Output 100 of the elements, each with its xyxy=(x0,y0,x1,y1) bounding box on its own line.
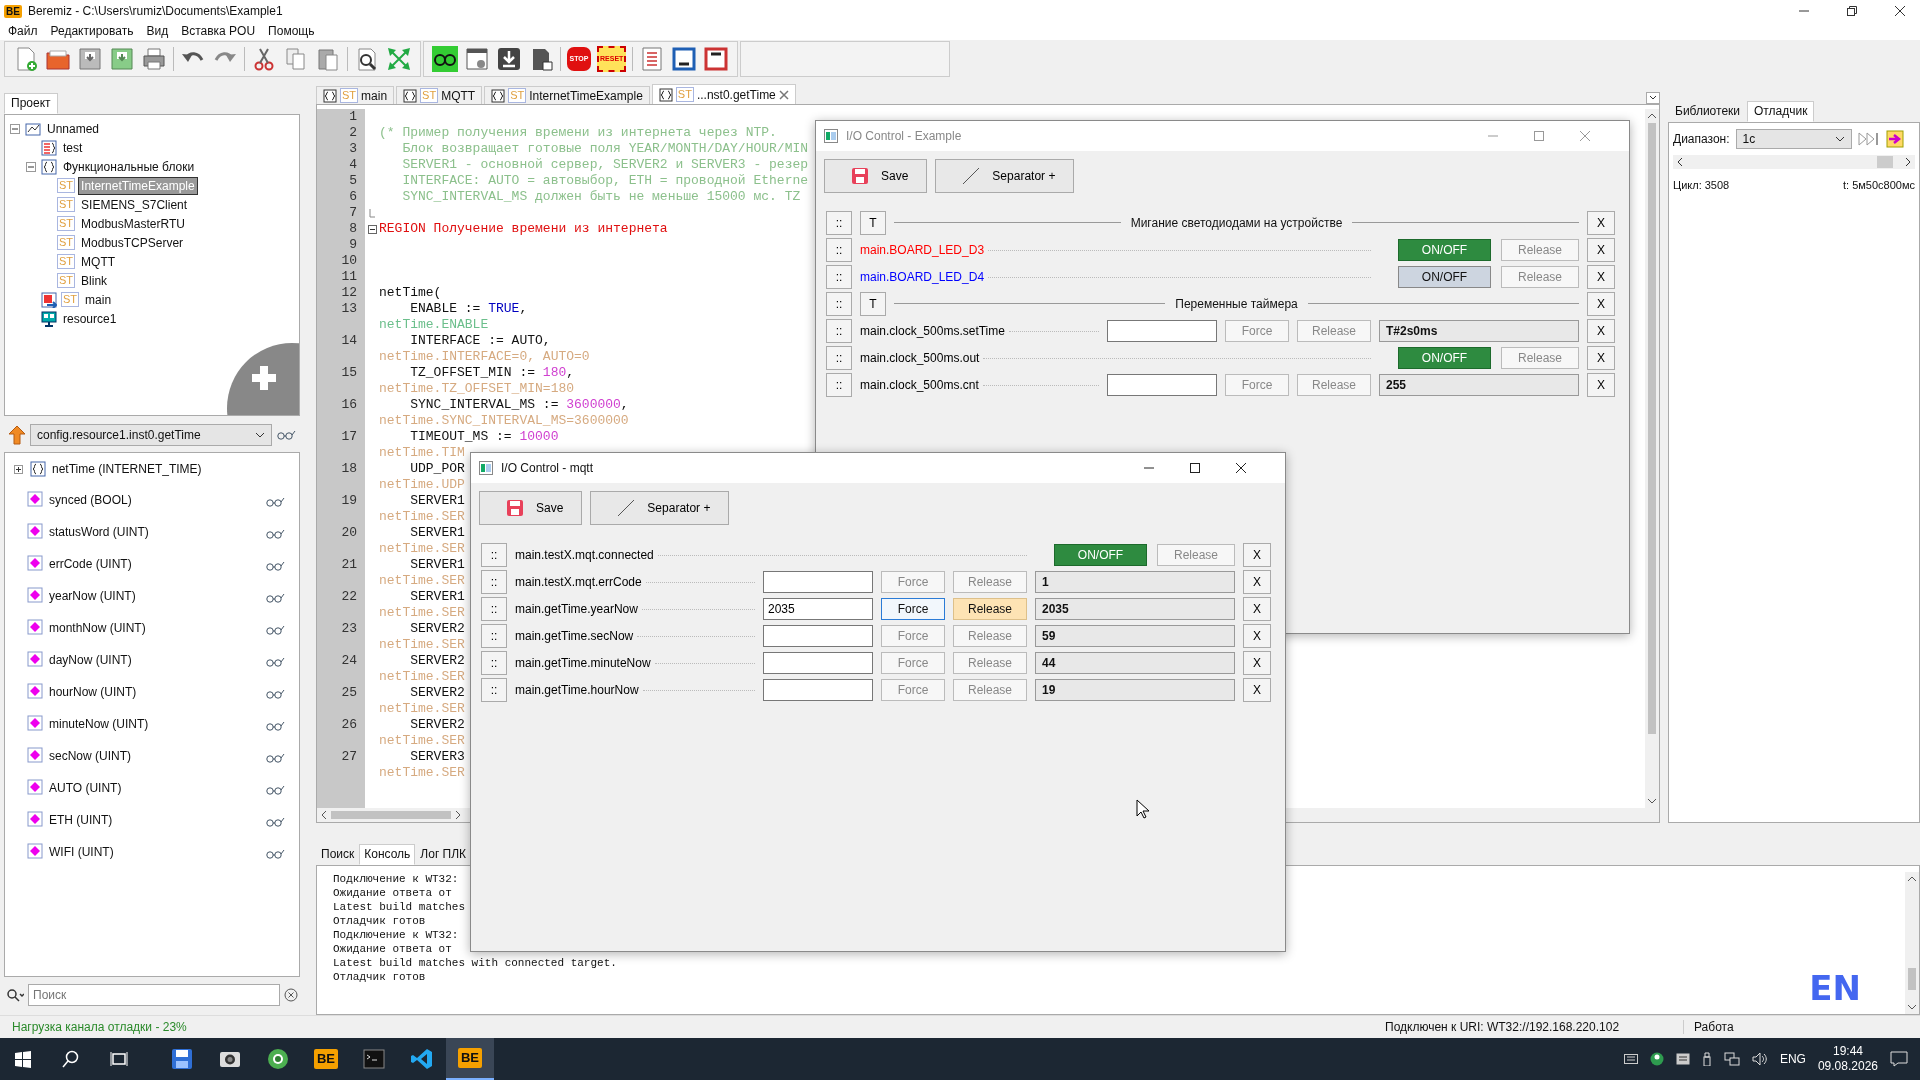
title-toggle-button[interactable]: T xyxy=(860,210,886,235)
tray-app-icon[interactable] xyxy=(1649,1052,1664,1066)
tab-list-icon[interactable] xyxy=(1646,92,1660,104)
drag-handle[interactable]: :: xyxy=(481,569,507,594)
watch-icon[interactable] xyxy=(265,497,285,507)
force-button[interactable]: Force xyxy=(881,597,945,620)
force-value-field[interactable] xyxy=(763,678,873,701)
toggle-button[interactable]: ON/OFF xyxy=(1398,265,1491,288)
close-icon[interactable] xyxy=(1235,462,1247,474)
variable-name[interactable]: statusWord (UINT) xyxy=(49,525,149,539)
panel-tab[interactable]: Консоль xyxy=(359,844,416,865)
collapse-icon[interactable] xyxy=(9,122,21,135)
range-dropdown[interactable]: 1с xyxy=(1735,129,1852,149)
panel-tab[interactable]: Отладчик xyxy=(1747,101,1815,122)
arrow-up-icon[interactable] xyxy=(8,425,26,445)
panel-tab[interactable]: Проект xyxy=(4,93,58,114)
variable-name[interactable]: ETH (UINT) xyxy=(49,813,113,827)
remove-button[interactable]: X xyxy=(1587,318,1615,343)
variable-name[interactable]: dayNow (UINT) xyxy=(49,653,132,667)
remove-button[interactable]: X xyxy=(1587,210,1615,235)
paste-icon[interactable] xyxy=(315,46,341,72)
drag-handle[interactable]: :: xyxy=(481,650,507,675)
export-icon[interactable] xyxy=(1885,130,1904,148)
drag-handle[interactable]: :: xyxy=(826,372,852,397)
remove-button[interactable]: X xyxy=(1587,291,1615,316)
remove-button[interactable]: X xyxy=(1587,237,1615,262)
scroll-thumb[interactable] xyxy=(1648,123,1656,734)
drag-handle[interactable]: :: xyxy=(826,237,852,262)
watch-icon[interactable] xyxy=(265,529,285,539)
search-field[interactable]: Поиск xyxy=(28,984,280,1006)
watch-icon[interactable] xyxy=(265,561,285,571)
keyboard-icon[interactable] xyxy=(1623,1054,1638,1064)
force-value-field[interactable]: 2035 xyxy=(763,597,873,620)
clear-icon[interactable] xyxy=(284,988,298,1002)
drag-handle[interactable]: :: xyxy=(481,542,507,567)
search-icon[interactable] xyxy=(62,1050,80,1068)
code-editor-icon[interactable] xyxy=(410,1047,434,1071)
toggle-button[interactable]: ON/OFF xyxy=(1398,346,1491,369)
scroll-down-icon[interactable] xyxy=(1647,798,1657,804)
scroll-left-icon[interactable] xyxy=(1677,157,1683,167)
remove-button[interactable]: X xyxy=(1243,596,1271,621)
menu-item[interactable]: Файл xyxy=(8,24,38,38)
terminal-icon[interactable] xyxy=(362,1047,386,1071)
tree-item[interactable]: ModbusMasterRTU xyxy=(79,215,187,232)
restore-icon[interactable] xyxy=(1846,5,1858,17)
watch-icon[interactable] xyxy=(265,593,285,603)
scrollbar[interactable] xyxy=(1645,109,1659,808)
editor-tab[interactable]: ST MQTT xyxy=(396,86,483,104)
tree-item[interactable]: resource1 xyxy=(61,310,119,327)
maximize-icon[interactable] xyxy=(1189,462,1201,474)
scrollbar[interactable] xyxy=(1905,872,1919,1014)
watch-icon[interactable] xyxy=(265,657,285,667)
force-value-field[interactable] xyxy=(763,651,873,674)
variable-name[interactable]: hourNow (UINT) xyxy=(49,685,137,699)
remove-button[interactable]: X xyxy=(1587,264,1615,289)
scroll-right-icon[interactable] xyxy=(455,810,461,820)
drag-handle[interactable]: :: xyxy=(826,318,852,343)
variable-name[interactable]: WIFI (UINT) xyxy=(49,845,114,859)
scroll-up-icon[interactable] xyxy=(1647,113,1657,119)
variable-name[interactable]: minuteNow (UINT) xyxy=(49,717,149,731)
scroll-down-icon[interactable] xyxy=(1907,1004,1917,1010)
tree-item[interactable]: ModbusTCPServer xyxy=(79,234,186,251)
tree-item[interactable]: MQTT xyxy=(79,253,118,270)
save-icon[interactable] xyxy=(77,46,103,72)
app-logo[interactable]: BE xyxy=(457,1048,483,1068)
add-separator-button[interactable]: Separator + xyxy=(590,491,730,525)
title-toggle-button[interactable]: T xyxy=(860,291,886,316)
tray-app-icon[interactable] xyxy=(1675,1053,1690,1065)
start-icon[interactable] xyxy=(14,1050,32,1068)
drag-handle[interactable]: :: xyxy=(826,291,852,316)
watch-icon[interactable] xyxy=(265,721,285,731)
menu-item[interactable]: Помощь xyxy=(268,24,315,38)
remove-button[interactable]: X xyxy=(1587,372,1615,397)
variable-name[interactable]: secNow (UINT) xyxy=(49,749,131,763)
save-button[interactable]: Save xyxy=(479,491,583,525)
variable-name[interactable]: netTime (INTERNET_TIME) xyxy=(52,462,202,476)
editor-tab[interactable]: ST ...nst0.getTime xyxy=(651,84,796,104)
task-view-icon[interactable] xyxy=(110,1050,128,1068)
drag-handle[interactable]: :: xyxy=(826,345,852,370)
drag-handle[interactable]: :: xyxy=(481,677,507,702)
scrollbar[interactable] xyxy=(1673,155,1915,169)
keyboard-language[interactable]: ENG xyxy=(1779,1052,1806,1066)
expand-icon[interactable] xyxy=(13,463,24,475)
remove-button[interactable]: X xyxy=(1243,569,1271,594)
watch-icon[interactable] xyxy=(265,753,285,763)
drag-handle[interactable]: :: xyxy=(826,210,852,235)
usb-icon[interactable] xyxy=(1701,1052,1712,1066)
tree-item[interactable]: SIEMENS_S7Client xyxy=(79,196,190,213)
variable-name[interactable]: errCode (UINT) xyxy=(49,557,132,571)
force-value-field[interactable] xyxy=(763,570,873,593)
force-value-field[interactable] xyxy=(1107,319,1217,342)
menu-item[interactable]: Редактировать xyxy=(50,24,134,38)
scroll-left-icon[interactable] xyxy=(321,810,327,820)
scroll-up-icon[interactable] xyxy=(1907,876,1917,882)
remove-button[interactable]: X xyxy=(1243,650,1271,675)
tree-item[interactable]: Blink xyxy=(79,272,110,289)
add-separator-button[interactable]: Separator + xyxy=(935,159,1075,193)
scroll-right-icon[interactable] xyxy=(1905,157,1911,167)
menu-item[interactable]: Вид xyxy=(146,24,169,38)
variable-name[interactable]: yearNow (UINT) xyxy=(49,589,136,603)
